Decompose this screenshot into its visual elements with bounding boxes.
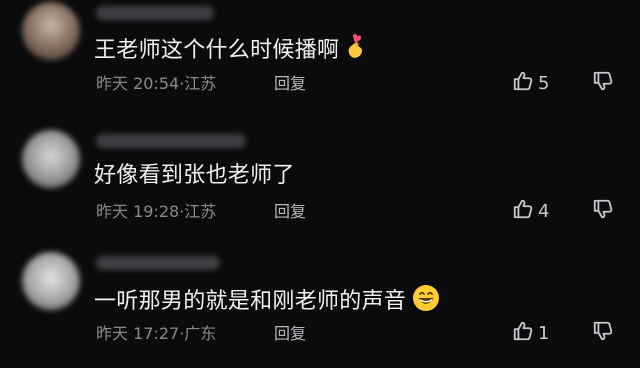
- comment-time: 昨天 20:54: [96, 74, 180, 93]
- comment-meta: 昨天 19:28·江苏: [96, 202, 216, 222]
- comment-item: 一听那男的就是和刚老师的声音 昨天 17:27·广东 回复 1: [0, 250, 640, 368]
- thumbs-up-icon: [512, 198, 534, 224]
- dislike-button[interactable]: [592, 198, 614, 224]
- thumbs-up-icon: [512, 320, 534, 346]
- comment-text: 王老师这个什么时候播啊: [94, 33, 367, 68]
- comment-item: 王老师这个什么时候播啊 昨天 20:54·江苏 回复 5: [0, 0, 640, 118]
- like-count: 5: [538, 72, 550, 94]
- comment-text-label: 王老师这个什么时候播啊: [94, 38, 340, 63]
- username-blurred[interactable]: [96, 134, 246, 148]
- like-count: 4: [538, 200, 550, 222]
- like-button[interactable]: 4: [512, 198, 549, 224]
- thumbs-down-icon: [592, 321, 614, 346]
- comment-text: 好像看到张也老师了: [94, 162, 295, 190]
- reply-button[interactable]: 回复: [274, 74, 306, 94]
- dislike-button[interactable]: [592, 70, 614, 96]
- comment-text: 一听那男的就是和刚老师的声音: [94, 284, 440, 320]
- heart-hands-icon: [345, 33, 367, 68]
- comment-location: 江苏: [184, 74, 217, 93]
- grinning-face-icon: [412, 284, 440, 320]
- avatar[interactable]: [22, 252, 80, 310]
- comment-text-label: 好像看到张也老师了: [94, 163, 295, 188]
- comment-meta: 昨天 20:54·江苏: [96, 74, 216, 94]
- comment-location: 江苏: [184, 202, 217, 221]
- comment-time: 昨天 17:27: [96, 324, 180, 343]
- thumbs-down-icon: [592, 199, 614, 224]
- dislike-button[interactable]: [592, 320, 614, 346]
- comment-item: 好像看到张也老师了 昨天 19:28·江苏 回复 4: [0, 128, 640, 246]
- comment-text-label: 一听那男的就是和刚老师的声音: [94, 289, 407, 314]
- username-blurred[interactable]: [96, 6, 214, 20]
- comment-meta: 昨天 17:27·广东: [96, 324, 216, 344]
- avatar[interactable]: [22, 130, 80, 188]
- comment-time: 昨天 19:28: [96, 202, 180, 221]
- like-button[interactable]: 1: [512, 320, 549, 346]
- thumbs-down-icon: [592, 71, 614, 96]
- username-blurred[interactable]: [96, 256, 220, 270]
- thumbs-up-icon: [512, 70, 534, 96]
- like-button[interactable]: 5: [512, 70, 549, 96]
- reply-button[interactable]: 回复: [274, 324, 306, 344]
- comment-location: 广东: [184, 324, 217, 343]
- like-count: 1: [538, 322, 550, 344]
- avatar[interactable]: [22, 2, 80, 60]
- reply-button[interactable]: 回复: [274, 202, 306, 222]
